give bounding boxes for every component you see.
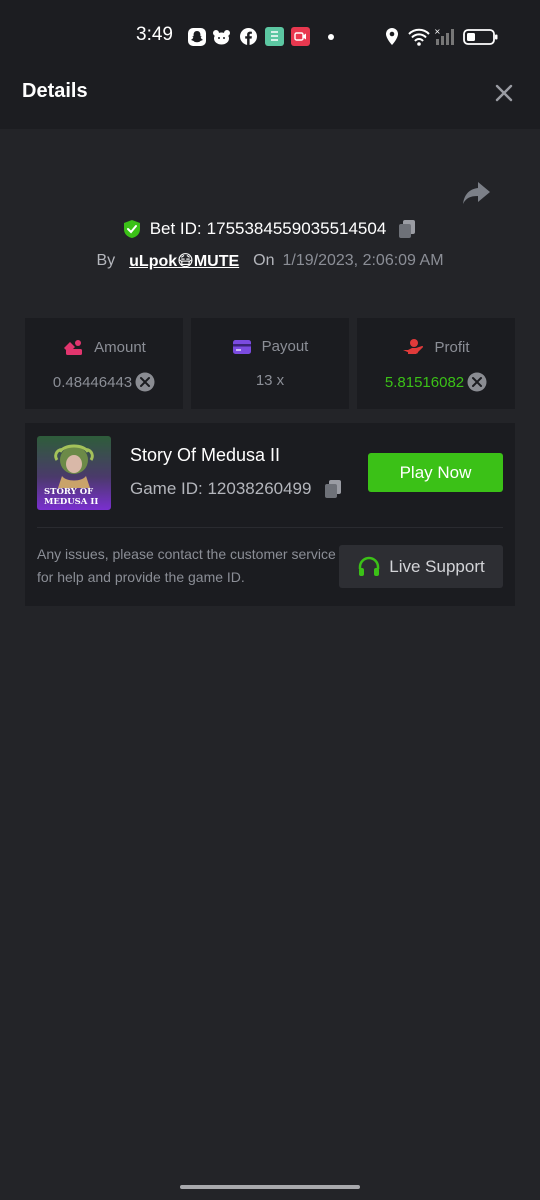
notification-dot-icon — [321, 27, 340, 46]
signal-icon: × — [433, 27, 457, 46]
share-icon — [463, 182, 490, 204]
payout-card: Payout 13 x — [191, 318, 349, 409]
amount-label: Amount — [94, 338, 146, 356]
status-bar: 3:49 × — [0, 0, 540, 56]
battery-icon — [463, 27, 499, 46]
location-icon — [382, 27, 401, 46]
amount-card: Amount 0.48446443 — [25, 318, 183, 409]
xrp-coin-icon — [135, 372, 155, 392]
bet-id-row: Bet ID: 1755384559035514504 — [0, 218, 540, 240]
xrp-coin-icon — [467, 372, 487, 392]
share-button[interactable] — [460, 178, 492, 208]
profit-hand-icon — [403, 339, 424, 354]
close-button[interactable] — [490, 79, 518, 107]
bet-id-value: 1755384559035514504 — [206, 219, 387, 238]
divider — [37, 527, 503, 528]
close-icon — [495, 84, 513, 102]
amount-icon — [64, 340, 83, 355]
headset-icon — [359, 556, 380, 576]
page-title: Details — [22, 80, 88, 102]
copy-bet-id-icon[interactable] — [396, 218, 418, 240]
on-label: On — [253, 252, 275, 269]
home-indicator[interactable] — [180, 1185, 360, 1189]
thumb-title-line1: STORY OF — [44, 487, 93, 497]
play-now-button[interactable]: Play Now — [368, 453, 503, 492]
thumb-title-line2: MEDUSA II — [44, 497, 98, 507]
live-support-button[interactable]: Live Support — [339, 545, 503, 588]
bet-id-label: Bet ID: — [149, 219, 202, 238]
profit-value: 5.81516082 — [384, 373, 465, 391]
green-app-icon — [265, 27, 284, 46]
facebook-icon — [239, 27, 258, 46]
red-camera-app-icon — [291, 27, 310, 46]
payout-value: 13 x — [255, 372, 285, 389]
payout-card-icon — [232, 339, 251, 354]
amount-value: 0.48446443 — [52, 373, 133, 391]
bear-app-icon — [212, 27, 231, 46]
by-label: By — [96, 252, 116, 269]
header: Details — [0, 56, 540, 129]
support-info-text: Any issues, please contact the customer … — [37, 546, 336, 585]
svg-text:×: × — [434, 28, 441, 36]
status-time: 3:49 — [136, 24, 173, 45]
game-id: Game ID: 12038260499 — [130, 479, 312, 498]
profit-card: Profit 5.81516082 — [357, 318, 515, 409]
game-card: STORY OF MEDUSA II Story Of Medusa II Ga… — [25, 423, 515, 606]
copy-game-id-icon[interactable] — [322, 478, 344, 500]
bet-date: 1/19/2023, 2:06:09 AM — [282, 252, 444, 269]
profit-label: Profit — [434, 338, 470, 356]
snapchat-icon — [187, 27, 206, 46]
live-support-label: Live Support — [389, 556, 485, 576]
game-id-row: Game ID: 12038260499 — [130, 478, 344, 500]
user-link[interactable]: uLpok😷MUTE — [129, 251, 239, 271]
game-thumbnail[interactable]: STORY OF MEDUSA II — [37, 436, 111, 510]
verified-shield-icon — [123, 220, 140, 238]
wifi-icon — [407, 27, 431, 46]
bet-author-row: By uLpok😷MUTE On 1/19/2023, 2:06:09 AM — [0, 251, 540, 271]
payout-label: Payout — [261, 338, 309, 355]
game-name: Story Of Medusa II — [130, 445, 281, 465]
